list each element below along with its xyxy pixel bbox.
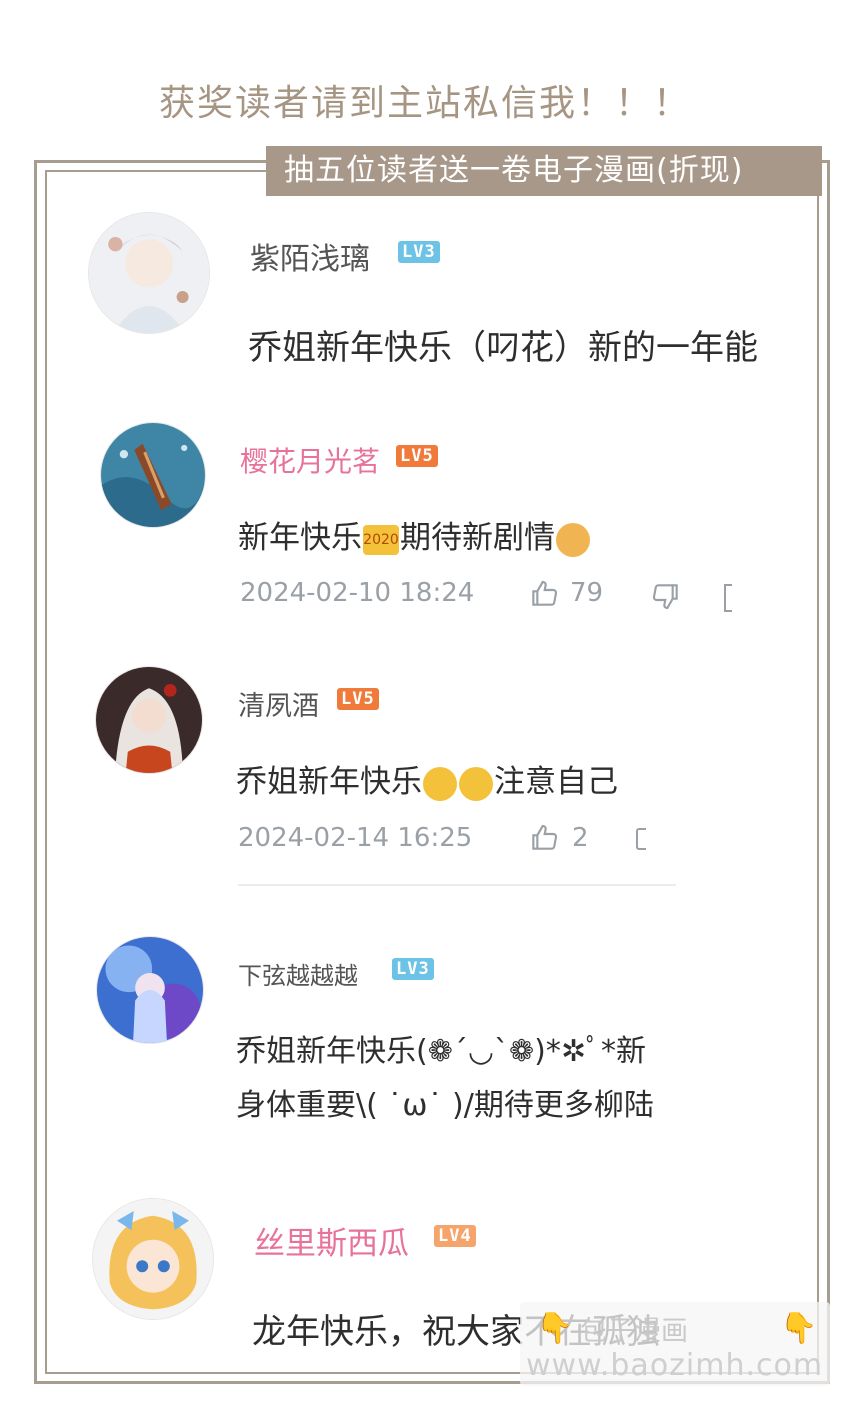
username[interactable]: 樱花月光茗 [240, 440, 380, 480]
avatar-image [93, 1199, 213, 1319]
comment-text: 乔姐新年快乐 注意自己 [236, 756, 618, 801]
avatar[interactable] [88, 212, 210, 334]
party-emoji-icon [459, 766, 493, 801]
avatar[interactable] [96, 936, 204, 1044]
thumbs-up-icon[interactable] [528, 822, 560, 854]
level-badge: LV3 [392, 958, 434, 980]
avatar[interactable] [95, 666, 203, 774]
comment-text: 新年快乐2020期待新剧情 [238, 512, 591, 557]
avatar-image [89, 213, 209, 333]
comment-text-part: 乔姐新年快乐 [236, 764, 422, 800]
hand-pointing-down-icon: 👇 [780, 1311, 818, 1346]
comment-text-part: 注意自己 [494, 764, 618, 800]
hand-pointing-down-icon: 👇 [536, 1311, 574, 1346]
comment-text-part: 新年快乐 [238, 520, 362, 556]
thumbs-down-icon[interactable] [650, 580, 682, 612]
username[interactable]: 丝里斯西瓜 [254, 1218, 409, 1263]
comment-text: 乔姐新年快乐（叼花）新的一年能 [248, 328, 758, 368]
level-badge: LV5 [396, 445, 438, 467]
comment-text-line: 乔姐新年快乐(❁´◡`❁)*✲ﾟ*新 [236, 1034, 646, 1069]
level-badge: LV3 [398, 241, 440, 263]
like-count: 2 [572, 823, 589, 853]
watermark-url: www.baozimh.com [526, 1348, 824, 1383]
avatar-image [101, 423, 205, 527]
level-badge: LV5 [337, 688, 379, 710]
comment-date: 2024-02-10 18:24 [240, 578, 475, 608]
divider [238, 884, 676, 886]
comment-text-line: 身体重要\( ˙ω˙ )/期待更多柳陆 [236, 1088, 654, 1123]
giveaway-banner: 抽五位读者送一卷电子漫画(折现) [266, 146, 822, 196]
watermark-site-name: 包子漫画 [580, 1316, 688, 1347]
thumbs-down-icon[interactable] [636, 828, 646, 850]
username[interactable]: 紫陌浅璃 [250, 234, 370, 278]
username[interactable]: 下弦越越越 [238, 956, 358, 991]
party-emoji-icon [423, 766, 457, 801]
level-badge: LV4 [434, 1225, 476, 1247]
comment-date: 2024-02-14 16:25 [238, 823, 473, 853]
avatar[interactable] [100, 422, 206, 528]
avatar-image [97, 937, 203, 1043]
like-count: 79 [570, 578, 604, 608]
header-note: 获奖读者请到主站私信我！！！ [158, 83, 691, 124]
dog-emoji-icon [556, 522, 590, 557]
username[interactable]: 清夙酒 [238, 684, 319, 723]
reply-icon[interactable] [724, 584, 732, 612]
comment-text-part: 期待新剧情 [400, 520, 555, 556]
avatar-image [96, 667, 202, 773]
year-emoji-icon: 2020 [363, 524, 399, 555]
avatar[interactable] [92, 1198, 214, 1320]
thumbs-up-icon[interactable] [528, 578, 560, 610]
